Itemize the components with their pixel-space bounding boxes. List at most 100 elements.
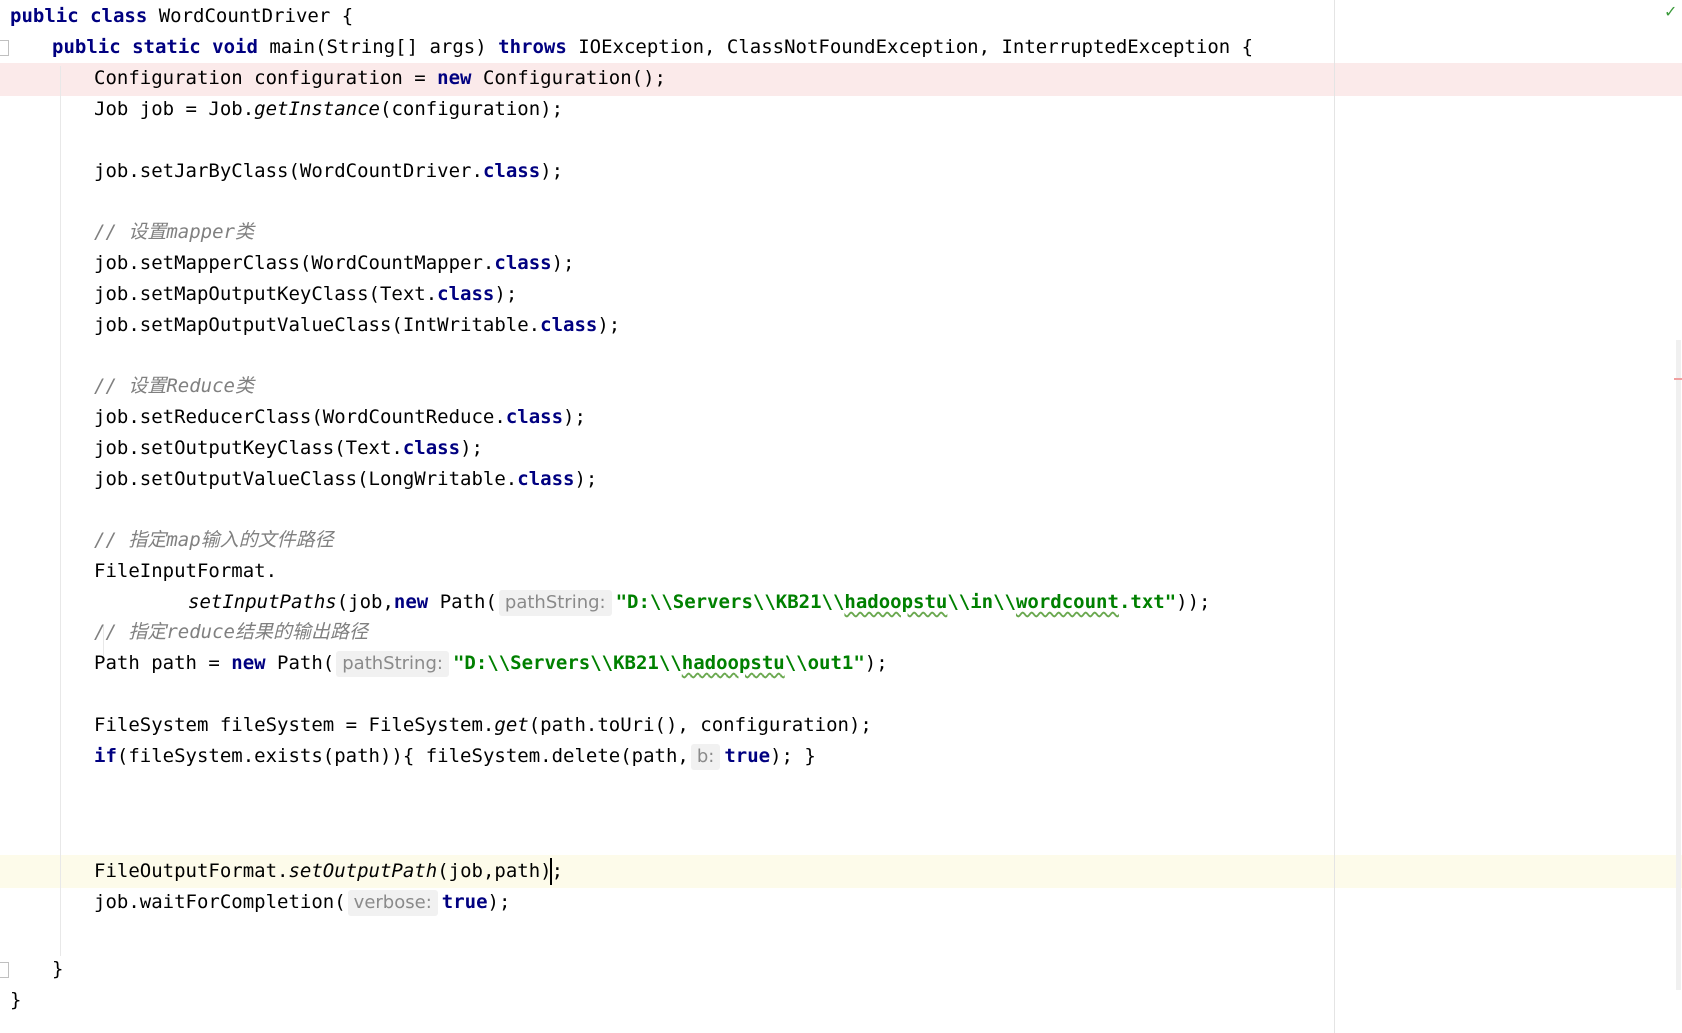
code-text: job.waitForCompletion( bbox=[94, 891, 346, 913]
keyword: new bbox=[393, 591, 429, 613]
code-line[interactable]: job.waitForCompletion(verbose: true); bbox=[94, 886, 510, 919]
code-text: job.setReducerClass(WordCountReduce. bbox=[94, 406, 506, 428]
string-literal: hadoopstu bbox=[681, 652, 785, 674]
code-text: ); bbox=[494, 283, 518, 305]
parameter-hint: pathString: bbox=[498, 590, 612, 616]
code-text: ); } bbox=[770, 745, 816, 767]
code-text: (job,path); bbox=[437, 860, 564, 882]
code-line[interactable]: } bbox=[52, 953, 63, 986]
keyword: new bbox=[231, 652, 266, 674]
string-literal: "D:\\Servers\\KB21\\ bbox=[452, 652, 682, 674]
string-literal: \\out1" bbox=[784, 652, 865, 674]
code-line[interactable]: } bbox=[10, 984, 21, 1017]
comment: // 设置mapper类 bbox=[94, 221, 254, 243]
comment: // 指定map输入的文件路径 bbox=[94, 529, 334, 551]
static-method: get bbox=[494, 714, 529, 736]
code-text: job.setMapOutputKeyClass(Text. bbox=[94, 283, 438, 305]
code-text: Path( bbox=[428, 591, 497, 613]
code-line[interactable]: job.setMapperClass(WordCountMapper.class… bbox=[94, 247, 574, 280]
fold-toggle-icon[interactable] bbox=[0, 40, 9, 56]
code-line[interactable]: Path path = new Path(pathString: "D:\\Ser… bbox=[94, 647, 888, 680]
code-editor[interactable]: ✓ public class WordCountDriver { public … bbox=[0, 0, 1682, 1033]
code-text: (fileSystem.exists(path)){ fileSystem.de… bbox=[116, 745, 689, 767]
keyword: true bbox=[724, 745, 771, 767]
code-text: IOException, ClassNotFoundException, Int… bbox=[566, 36, 1254, 58]
code-line[interactable]: job.setMapOutputKeyClass(Text.class); bbox=[94, 278, 517, 311]
static-method: getInstance bbox=[254, 98, 380, 120]
code-text: Configuration(); bbox=[471, 67, 666, 89]
string-literal: hadoopstu bbox=[844, 591, 948, 613]
string-literal: wordcount bbox=[1015, 591, 1119, 613]
code-line[interactable]: FileSystem fileSystem = FileSystem.get(p… bbox=[94, 709, 872, 742]
code-text: job.setMapOutputValueClass(IntWritable. bbox=[94, 314, 541, 336]
code-text: } bbox=[52, 958, 64, 980]
keyword: throws bbox=[498, 36, 567, 58]
code-text: job.setOutputKeyClass(Text. bbox=[94, 437, 403, 459]
code-text: (job, bbox=[336, 591, 394, 613]
keyword: public class bbox=[10, 5, 148, 27]
code-line[interactable]: if(fileSystem.exists(path)){ fileSystem.… bbox=[94, 740, 816, 773]
code-text: ); bbox=[563, 406, 586, 428]
keyword: if bbox=[94, 745, 117, 767]
code-line[interactable]: setInputPaths(job,new Path(pathString: "D… bbox=[188, 586, 1210, 619]
keyword: class bbox=[540, 314, 598, 336]
keyword: class bbox=[494, 252, 552, 274]
error-stripe-marker[interactable] bbox=[1674, 378, 1682, 380]
code-text: ); bbox=[864, 652, 888, 674]
code-text: (path.toUri(), configuration); bbox=[528, 714, 872, 736]
code-text: ); bbox=[460, 437, 483, 459]
code-text: ); bbox=[540, 160, 564, 182]
code-text: job.setOutputValueClass(LongWritable. bbox=[94, 468, 518, 490]
code-line[interactable]: job.setReducerClass(WordCountReduce.clas… bbox=[94, 401, 586, 434]
parameter-hint: pathString: bbox=[336, 651, 449, 677]
code-line[interactable]: job.setOutputValueClass(LongWritable.cla… bbox=[94, 463, 597, 496]
code-text: )); bbox=[1176, 591, 1211, 613]
code-line[interactable]: FileInputFormat. bbox=[94, 555, 277, 588]
code-text: FileSystem fileSystem = FileSystem. bbox=[94, 714, 495, 736]
comment: // 指定reduce结果的输出路径 bbox=[94, 621, 368, 643]
code-text: } bbox=[10, 989, 22, 1011]
code-text: ); bbox=[597, 314, 621, 336]
code-text: FileOutputFormat. bbox=[94, 860, 289, 882]
code-text: FileInputFormat. bbox=[94, 560, 278, 582]
code-text: WordCountDriver { bbox=[147, 5, 354, 27]
code-line[interactable]: public class WordCountDriver { bbox=[10, 0, 353, 33]
keyword: class bbox=[437, 283, 495, 305]
code-line[interactable]: public static void main(String[] args) t… bbox=[52, 31, 1253, 64]
code-line[interactable]: Configuration configuration = new Config… bbox=[94, 62, 666, 95]
code-line[interactable]: job.setMapOutputValueClass(IntWritable.c… bbox=[94, 309, 620, 342]
vertical-scrollbar[interactable] bbox=[1676, 340, 1681, 990]
text-caret bbox=[550, 858, 552, 885]
code-text: Configuration configuration = bbox=[94, 67, 438, 89]
code-line[interactable]: job.setJarByClass(WordCountDriver.class)… bbox=[94, 155, 563, 188]
keyword: new bbox=[437, 67, 472, 89]
code-text: Path( bbox=[265, 652, 335, 674]
indent-guide bbox=[60, 66, 61, 956]
parameter-hint: b: bbox=[690, 744, 721, 770]
code-text: job.setJarByClass(WordCountDriver. bbox=[94, 160, 483, 182]
code-text: ); bbox=[574, 468, 598, 490]
keyword: true bbox=[441, 891, 488, 913]
code-line[interactable]: // 设置mapper类 bbox=[94, 216, 254, 249]
code-line[interactable]: FileOutputFormat.setOutputPath(job,path)… bbox=[94, 855, 563, 888]
code-line[interactable]: job.setOutputKeyClass(Text.class); bbox=[94, 432, 483, 465]
keyword: class bbox=[505, 406, 564, 428]
checkmark-icon[interactable]: ✓ bbox=[1664, 2, 1677, 21]
code-line[interactable]: // 指定map输入的文件路径 bbox=[94, 524, 334, 557]
string-literal: "D:\\Servers\\KB21\\ bbox=[615, 591, 845, 613]
right-margin-guide bbox=[1334, 0, 1335, 1033]
code-text: ); bbox=[551, 252, 575, 274]
code-line[interactable]: // 设置Reduce类 bbox=[94, 370, 254, 403]
code-text: main(String[] args) bbox=[257, 36, 499, 58]
code-line[interactable]: Job job = Job.getInstance(configuration)… bbox=[94, 93, 563, 126]
code-text: (configuration); bbox=[380, 98, 564, 120]
code-text: ); bbox=[487, 891, 511, 913]
keyword: class bbox=[402, 437, 461, 459]
code-text: Path path = bbox=[94, 652, 232, 674]
string-literal: .txt" bbox=[1118, 591, 1177, 613]
fold-toggle-icon[interactable] bbox=[0, 962, 9, 978]
keyword: class bbox=[482, 160, 541, 182]
code-line[interactable]: // 指定reduce结果的输出路径 bbox=[94, 616, 368, 649]
static-method: setInputPaths bbox=[188, 591, 337, 613]
code-text: job.setMapperClass(WordCountMapper. bbox=[94, 252, 495, 274]
